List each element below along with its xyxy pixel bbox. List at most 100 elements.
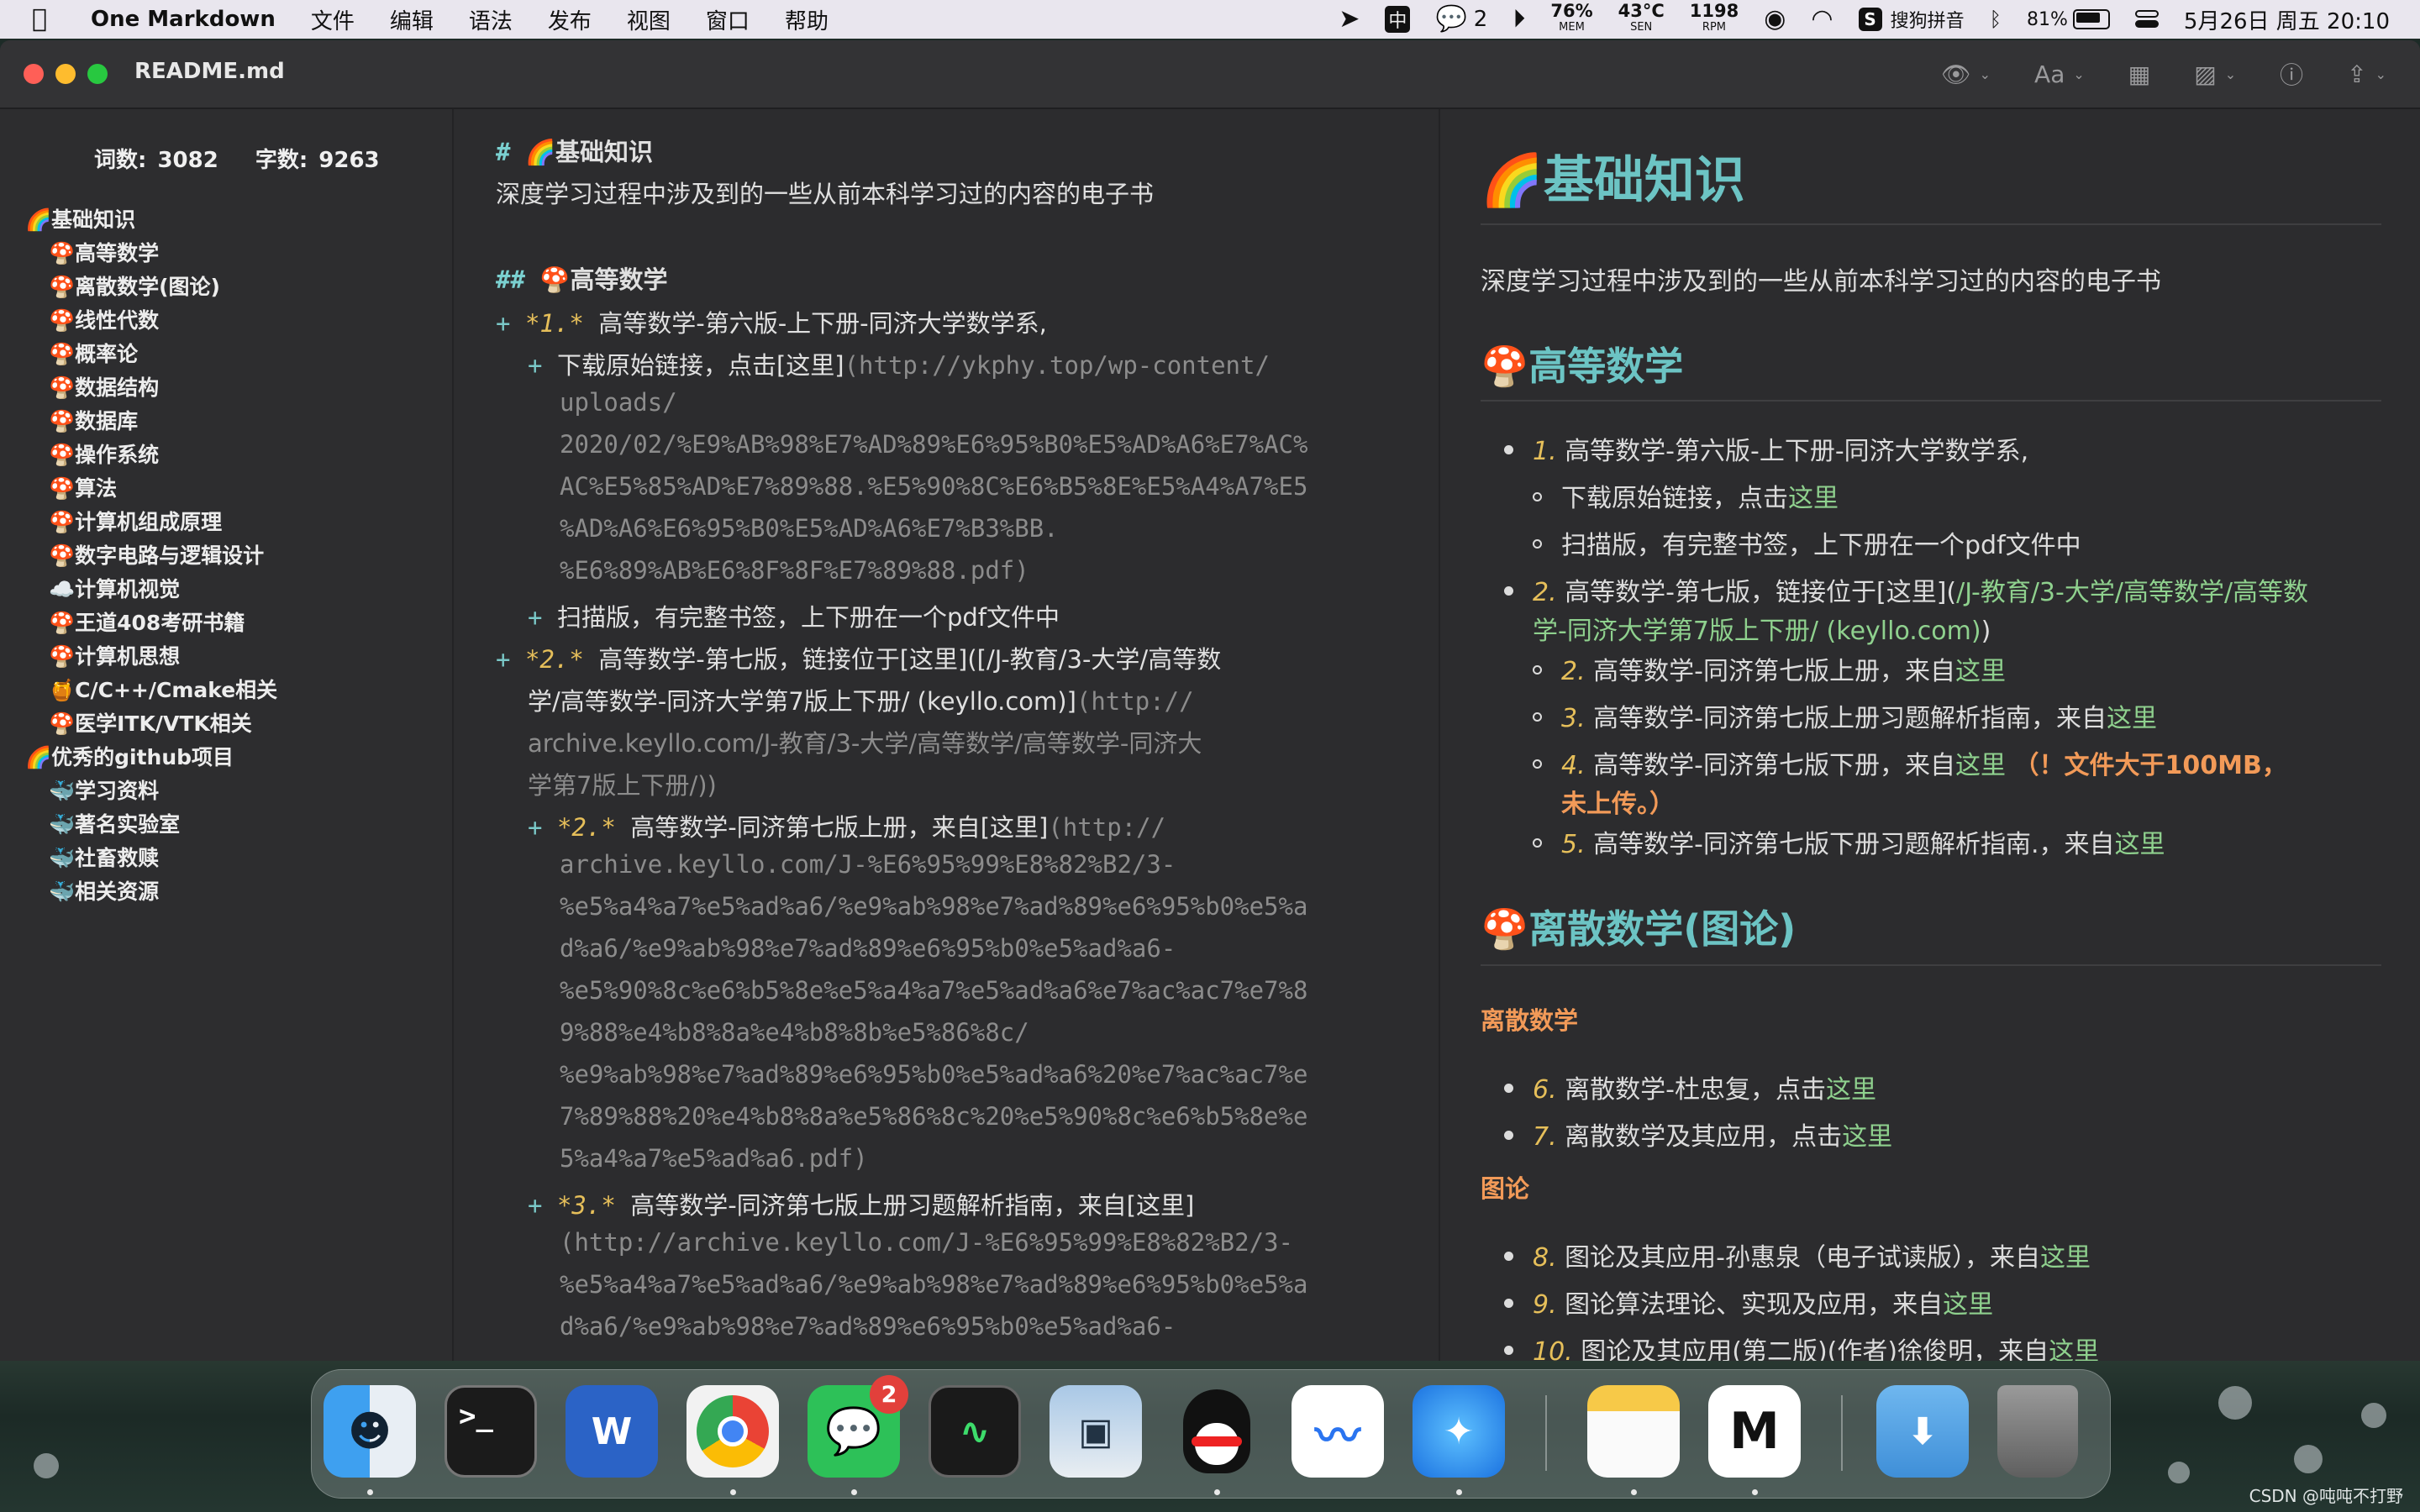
app-window: README.md 👁 ⌄ Aa ⌄ ▦ ▨ ⌄ ⓘ ⇪ ⌄ 词数: 3082 字数: 9… <box>0 40 2420 1361</box>
table-button[interactable]: ▦ <box>2128 60 2150 88</box>
editor-link[interactable]: [这里] <box>776 351 844 380</box>
toc-item[interactable]: 🐳相关资源 <box>25 875 277 909</box>
preview-link[interactable]: 这里 <box>1842 1122 1892 1152</box>
font-button[interactable]: Aa ⌄ <box>2034 60 2085 88</box>
toc-item[interactable]: 🐳社畜救赎 <box>25 842 277 875</box>
menu-publish[interactable]: 发布 <box>548 4 592 35</box>
toc-item[interactable]: ☁️计算机视觉 <box>25 573 277 606</box>
preview-link[interactable]: 这里 <box>1955 657 2006 686</box>
ime-status[interactable]: S 搜狗拼音 <box>1858 6 1965 33</box>
dock-terminal[interactable]: >_ <box>445 1385 537 1478</box>
fan-stat[interactable]: 1198 RPM <box>1690 3 1739 36</box>
shield-icon[interactable]: ◉ <box>1764 7 1786 32</box>
menu-window[interactable]: 窗口 <box>706 4 750 35</box>
apple-icon[interactable]:  <box>32 7 57 32</box>
toc-item[interactable]: 🍄算法 <box>25 472 277 506</box>
preview-link[interactable]: 这里 <box>2107 704 2157 733</box>
editor-link[interactable]: [这里] <box>1127 1191 1195 1220</box>
dock-safari[interactable]: ✦ <box>1413 1385 1505 1478</box>
menu-edit[interactable]: 编辑 <box>390 4 434 35</box>
preview-link[interactable]: 这里 <box>1826 1075 1876 1105</box>
toc-item[interactable]: 🍄计算机组成原理 <box>25 506 277 539</box>
preview-link[interactable]: 这里 <box>1788 484 1839 513</box>
editor-link[interactable]: [这里] <box>981 813 1049 842</box>
close-button[interactable] <box>24 64 44 84</box>
dock-one-markdown[interactable]: M <box>1708 1385 1801 1478</box>
dock-word[interactable]: W <box>566 1385 658 1478</box>
sogou-icon: S <box>1858 8 1882 31</box>
preview-link[interactable]: 学-同济大学第7版上下册/ (keyllo.com) <box>1533 617 1981 646</box>
toc-item[interactable]: 🍄概率论 <box>25 338 277 371</box>
dock-activity-monitor[interactable]: ∿ <box>929 1385 1021 1478</box>
toc-item[interactable]: 🍄数据库 <box>25 405 277 438</box>
input-source-indicator[interactable]: 中 <box>1385 6 1411 33</box>
sensor-stat[interactable]: 43°C SEN <box>1618 3 1665 36</box>
toc-item[interactable]: 🍄数据结构 <box>25 371 277 405</box>
toc-item[interactable]: 🍄王道408考研书籍 <box>25 606 277 640</box>
battery-status[interactable]: 81% <box>2027 9 2110 30</box>
bluetooth-icon[interactable]: ᛒ <box>1990 7 2002 32</box>
preview-link[interactable]: 这里 <box>1955 751 2006 780</box>
mem-stat[interactable]: 76% MEM <box>1550 3 1592 36</box>
bullet <box>1504 1252 1513 1261</box>
toc-item[interactable]: 🐳学习资料 <box>25 774 277 808</box>
toc-item[interactable]: 🌈优秀的github项目 <box>25 741 277 774</box>
dock-preview[interactable]: ▣ <box>1050 1385 1142 1478</box>
preview-link[interactable]: 这里 <box>2049 1337 2099 1361</box>
list-mark: + <box>528 813 543 842</box>
wifi-icon[interactable]: ◠ <box>1811 7 1833 32</box>
dock-notes[interactable] <box>1587 1385 1680 1478</box>
clock[interactable]: 5月26日 周五 20:10 <box>2184 4 2390 35</box>
toc-item[interactable]: 🍄线性代数 <box>25 304 277 338</box>
toc-item[interactable]: 🍄医学ITK/VTK相关 <box>25 707 277 741</box>
menu-syntax[interactable]: 语法 <box>469 4 513 35</box>
chevron-down-icon: ⌄ <box>2375 66 2386 82</box>
dock-freeform[interactable]: 〰 <box>1292 1385 1384 1478</box>
control-center-icon[interactable] <box>2134 10 2159 29</box>
toc-item[interactable]: 🍄高等数学 <box>25 237 277 270</box>
download-folder-icon: ⬇ <box>1907 1410 1939 1453</box>
image-button[interactable]: ▨ ⌄ <box>2194 60 2236 88</box>
toc-item[interactable]: 🍄离散数学(图论) <box>25 270 277 304</box>
preview-link[interactable]: 这里 <box>2115 830 2165 859</box>
share-button[interactable]: ⇪ ⌄ <box>2347 60 2386 88</box>
preview-link[interactable]: 这里 <box>1943 1290 1993 1320</box>
preview-toggle-button[interactable]: 👁 ⌄ <box>1941 60 1991 88</box>
running-indicator <box>1631 1489 1637 1495</box>
toc-item[interactable]: 🐳著名实验室 <box>25 808 277 842</box>
dock-finder[interactable]: ☻ <box>324 1385 416 1478</box>
wechat-icon: 💬 <box>1435 4 1467 34</box>
running-indicator <box>1752 1489 1758 1495</box>
editor-link[interactable]: 学/高等数学-同济大学第7版上下册/ (keyllo.com)] <box>528 687 1076 716</box>
heading-mark: ## <box>496 265 525 294</box>
markdown-preview[interactable]: 🌈基础知识 深度学习过程中涉及到的一些从前本科学习过的内容的电子书 🍄高等数学 … <box>1439 109 2420 1361</box>
dock-downloads[interactable]: ⬇ <box>1876 1385 1969 1478</box>
info-button[interactable]: ⓘ <box>2280 57 2303 91</box>
markdown-editor[interactable]: # 🌈基础知识 深度学习过程中涉及到的一些从前本科学习过的内容的电子书 ## 🍄… <box>454 109 1437 1361</box>
dock-chrome[interactable] <box>687 1385 779 1478</box>
toc-item[interactable]: 🍄计算机思想 <box>25 640 277 674</box>
dock-trash[interactable] <box>1997 1385 2078 1478</box>
preview-link[interactable]: 这里 <box>2040 1243 2091 1273</box>
toc-item[interactable]: 🌈基础知识 <box>25 203 277 237</box>
menu-file[interactable]: 文件 <box>311 4 355 35</box>
toc-item[interactable]: 🍯C/C++/Cmake相关 <box>25 674 277 707</box>
window-title: README.md <box>134 59 285 84</box>
minimize-button[interactable] <box>55 64 76 84</box>
toc-item[interactable]: 🍄操作系统 <box>25 438 277 472</box>
preview-h2: 🍄高等数学 <box>1481 344 1684 389</box>
preview-icon: ▣ <box>1078 1410 1113 1453</box>
menu-view[interactable]: 视图 <box>627 4 671 35</box>
compass-icon: ✦ <box>1443 1410 1475 1453</box>
play-circle-icon[interactable]: ⏵ <box>1512 7 1525 32</box>
zoom-button[interactable] <box>87 64 108 84</box>
location-arrow-icon[interactable]: ➤ <box>1339 7 1360 32</box>
editor-link[interactable]: [/J-教育/3-大学/高等数 <box>977 645 1222 674</box>
menu-help[interactable]: 帮助 <box>785 4 829 35</box>
running-indicator <box>367 1489 373 1495</box>
preview-link[interactable]: /J-教育/3-大学/高等数学/高等数 <box>1956 578 2308 607</box>
wechat-status[interactable]: 💬 2 <box>1435 4 1487 34</box>
app-menu[interactable]: One Markdown <box>91 7 276 32</box>
dock-qq[interactable] <box>1171 1385 1263 1478</box>
toc-item[interactable]: 🍄数字电路与逻辑设计 <box>25 539 277 573</box>
